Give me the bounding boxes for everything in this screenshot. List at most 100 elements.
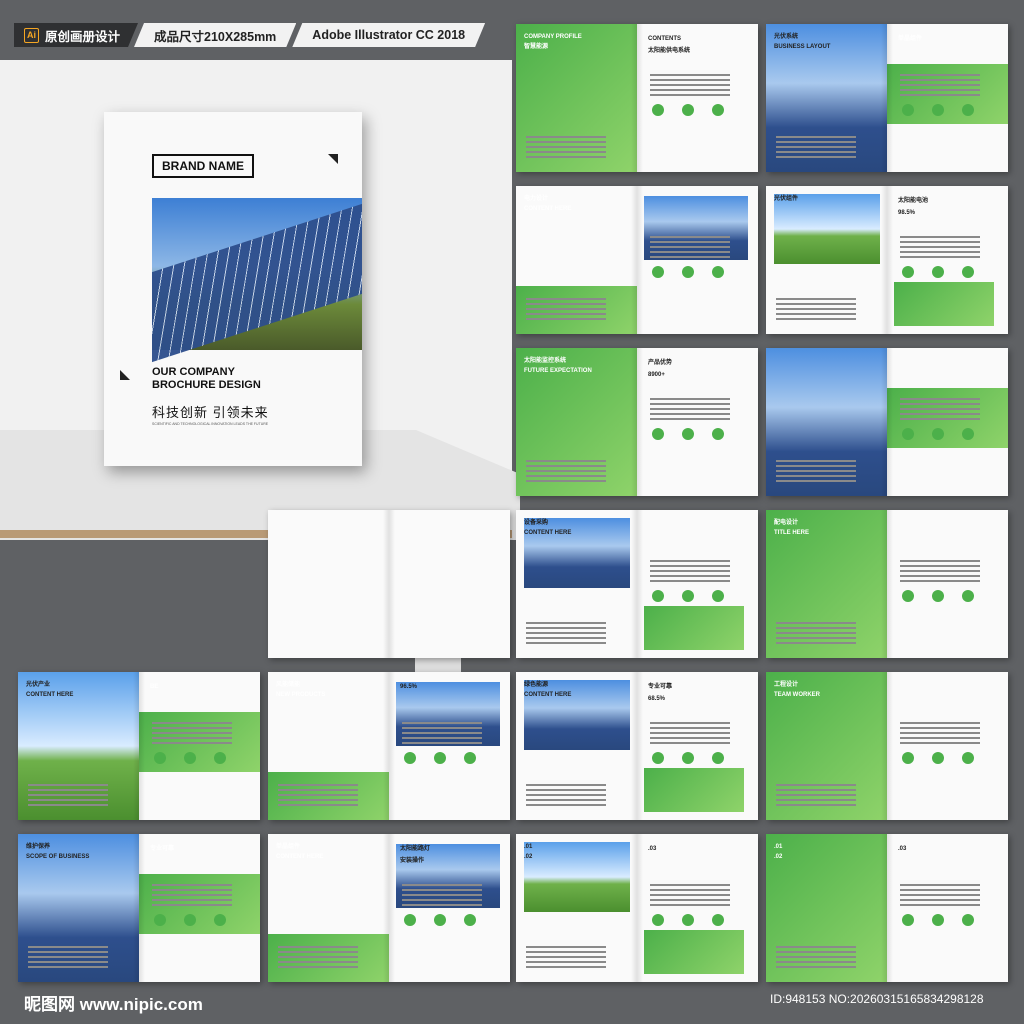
spread-text: 智慧能源 [524, 44, 549, 50]
spine-fold [881, 186, 893, 334]
spread-text: 光伏组件 [774, 196, 799, 202]
circle-icon [652, 104, 664, 116]
circle-icon [902, 590, 914, 602]
spread-text: CONTENT HERE [524, 530, 572, 536]
brochure-spread: COMPANY PROFILE 智慧能源 CONTENTS 太阳能供电系统 [516, 24, 758, 172]
spine-fold [881, 510, 893, 658]
text-lines [776, 784, 856, 806]
text-lines [526, 622, 606, 644]
spread-text: FUTURE EXPECTATION [524, 368, 592, 374]
brochure-spread: 风能储能 NEW PRODUCTS 96.5% [268, 672, 510, 820]
circle-icon [902, 752, 914, 764]
circle-icon [902, 266, 914, 278]
spread-text: CONTENT HERE [276, 854, 324, 860]
brochure-spread: .01 .02 .03 [766, 834, 1008, 982]
spread-text: CONTENT HERE [524, 206, 572, 212]
brochure-spread: 光伏组件 太阳能电池 98.5% [766, 186, 1008, 334]
spine-fold [383, 834, 395, 982]
photo [524, 518, 630, 588]
circle-icon [682, 104, 694, 116]
text-lines [776, 622, 856, 644]
text-lines [152, 884, 232, 906]
spread-text: NEW PRODUCTS [276, 692, 326, 698]
spread-text: 风能储能 [276, 682, 301, 688]
spread-text: 太阳能路灯 [400, 846, 431, 852]
spread-text: CONTENT HERE [524, 692, 572, 698]
text-lines [650, 884, 730, 906]
circle-icon [932, 428, 944, 440]
text-lines [650, 722, 730, 744]
spread-text: 绿色能源 [524, 682, 549, 688]
spread-text: 安装操作 [400, 858, 425, 864]
spread-text: 维护保养 [26, 844, 51, 850]
text-lines [526, 136, 606, 158]
spread-text: 光伏产业 [26, 682, 51, 688]
circle-icon [464, 752, 476, 764]
image-id: ID:948153 NO:20260315165834298128 [770, 992, 984, 1006]
circle-icon [652, 752, 664, 764]
green-block [644, 930, 744, 974]
spine-fold [631, 348, 643, 496]
spread-text: .01 [774, 844, 783, 850]
brochure-spread: 工程设计 TEAM WORKER [766, 672, 1008, 820]
spread-text: 专业可靠 [648, 684, 673, 690]
circle-icon [712, 266, 724, 278]
brochure-spread: .01 .02 .03 [516, 834, 758, 982]
text-lines [776, 946, 856, 968]
text-lines [900, 398, 980, 420]
spread-text: 98.5% [898, 210, 916, 216]
brochure-spread: 太阳能监控系统 FUTURE EXPECTATION 产品优势 8900+ [516, 348, 758, 496]
circle-icon [214, 914, 226, 926]
circle-icon [154, 752, 166, 764]
header-bar: Ai 原创画册设计 成品尺寸210X285mm Adobe Illustrator… [14, 22, 485, 48]
text-lines [526, 298, 606, 320]
circle-icon [932, 266, 944, 278]
text-lines [526, 460, 606, 482]
tag-original: Ai 原创画册设计 [14, 23, 138, 47]
spread-text: 工程设计 [774, 682, 799, 688]
spread-text: CONTENTS [648, 36, 681, 42]
spine-fold [383, 672, 395, 820]
spread-text: .02 [774, 854, 783, 860]
text-lines [526, 946, 606, 968]
text-lines [900, 74, 980, 96]
spread-text: .02 [524, 854, 533, 860]
circle-icon [652, 266, 664, 278]
text-lines [650, 236, 730, 258]
brochure-spread: 单晶组件 CONTENT HERE 太阳能路灯 安装操作 [268, 834, 510, 982]
spread-text: 太阳能电池 [898, 198, 929, 204]
circle-icon [932, 590, 944, 602]
spread-text: 配电设计 [774, 520, 799, 526]
text-lines [28, 784, 108, 806]
spread-text: COMPANY PROFILE [524, 34, 582, 40]
brochure-spread: 电力设计 CONTENT HERE [516, 186, 758, 334]
circle-icon [682, 914, 694, 926]
spread-text: 专业可靠 [150, 846, 175, 852]
circle-icon [682, 428, 694, 440]
spread-text: .01 [524, 844, 533, 850]
spine-fold [133, 672, 145, 820]
green-block [644, 606, 744, 650]
circle-icon [682, 590, 694, 602]
text-lines [776, 460, 856, 482]
circle-icon [404, 914, 416, 926]
photo [524, 842, 630, 912]
circle-icon [434, 914, 446, 926]
circle-icon [682, 266, 694, 278]
circle-icon [962, 590, 974, 602]
circle-icon [902, 428, 914, 440]
brochure-spread: 绿色能源 CONTENT HERE 专业可靠 68.5% [516, 672, 758, 820]
spine-fold [881, 672, 893, 820]
circle-icon [902, 104, 914, 116]
circle-icon [962, 266, 974, 278]
text-lines [900, 236, 980, 258]
circle-icon [712, 104, 724, 116]
circle-icon [712, 428, 724, 440]
circle-icon [214, 752, 226, 764]
spread-text: 太阳能供电系统 [648, 48, 691, 54]
brochure-spread: 光伏产业 CONTENT HERE BE [18, 672, 260, 820]
spread-text: BE [150, 684, 159, 690]
brochure-cover: BRAND NAME OUR COMPANY BROCHURE DESIGN 科技… [104, 112, 362, 466]
green-block [644, 768, 744, 812]
circle-icon [902, 914, 914, 926]
